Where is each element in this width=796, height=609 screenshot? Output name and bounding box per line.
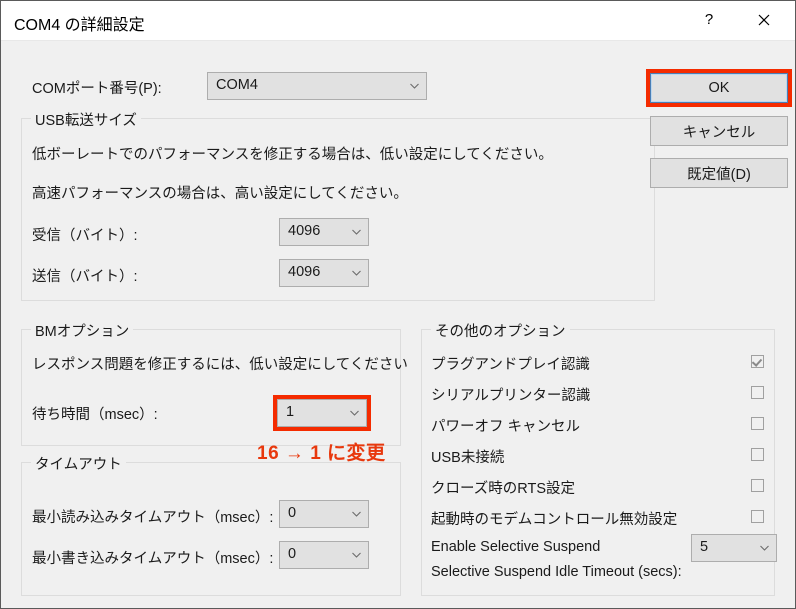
latency-timer-value: 1 — [286, 404, 295, 420]
defaults-button[interactable]: 既定値(D) — [650, 158, 788, 188]
usb-transfer-hint-2: 高速パフォーマンスの場合は、高い設定にしてください。 — [32, 186, 408, 202]
cancel-button[interactable]: キャンセル — [650, 116, 788, 146]
min-write-timeout-value: 0 — [288, 546, 297, 562]
min-write-timeout-label: 最小書き込みタイムアウト（msec）: — [32, 551, 274, 567]
option-checkbox-disable-modem-ctrl[interactable] — [751, 510, 764, 523]
chevron-down-icon — [352, 511, 361, 517]
option-label-serial-printer: シリアルプリンター認識 — [431, 388, 591, 404]
option-label-usb-disconnected: USB未接続 — [431, 450, 505, 466]
timeouts-title: タイムアウト — [31, 453, 126, 474]
usb-transfer-hint-1: 低ボーレートでのパフォーマンスを修正する場合は、低い設定にしてください。 — [32, 147, 553, 163]
transmit-bytes-select[interactable]: 4096 — [279, 259, 369, 287]
bm-options-hint: レスポンス問題を修正するには、低い設定にしてください — [32, 357, 408, 373]
chevron-down-icon — [352, 552, 361, 558]
transmit-bytes-value: 4096 — [288, 264, 321, 280]
help-button[interactable]: ? — [686, 1, 732, 39]
option-checkbox-usb-disconnected[interactable] — [751, 448, 764, 461]
idle-timeout-value: 5 — [700, 539, 709, 555]
question-mark-icon: ? — [704, 11, 714, 28]
option-checkbox-rts-on-close[interactable] — [751, 479, 764, 492]
latency-timer-label: 待ち時間（msec）: — [32, 407, 158, 423]
min-write-timeout-select[interactable]: 0 — [279, 541, 369, 569]
idle-timeout-select[interactable]: 5 — [691, 534, 777, 562]
com-port-label: COMポート番号(P): — [32, 81, 162, 97]
chevron-down-icon — [350, 410, 359, 416]
min-read-timeout-label: 最小読み込みタイムアウト（msec）: — [32, 510, 274, 526]
option-checkbox-plug-and-play[interactable] — [751, 355, 764, 368]
option-label-rts-on-close: クローズ時のRTS設定 — [431, 481, 576, 497]
option-label-power-off-cancel: パワーオフ キャンセル — [431, 419, 581, 435]
min-read-timeout-value: 0 — [288, 505, 297, 521]
chevron-down-icon — [352, 270, 361, 276]
ok-button[interactable]: OK — [650, 73, 788, 103]
com-port-select[interactable]: COM4 — [207, 72, 427, 100]
chevron-down-icon — [410, 83, 419, 89]
usb-transfer-size-title: USB転送サイズ — [31, 109, 141, 130]
transmit-bytes-label: 送信（バイト）: — [32, 269, 138, 285]
window-title: COM4 の詳細設定 — [14, 17, 145, 34]
option-label-plug-and-play: プラグアンドプレイ認識 — [431, 357, 590, 373]
bm-options-title: BMオプション — [31, 320, 134, 341]
close-button[interactable] — [741, 1, 787, 39]
option-checkbox-serial-printer[interactable] — [751, 386, 764, 399]
chevron-down-icon — [352, 229, 361, 235]
option-label-selective-suspend: Enable Selective Suspend — [431, 539, 601, 555]
min-read-timeout-select[interactable]: 0 — [279, 500, 369, 528]
bm-options-group: BMオプション — [21, 320, 401, 446]
receive-bytes-value: 4096 — [288, 223, 321, 239]
receive-bytes-label: 受信（バイト）: — [32, 228, 138, 244]
advanced-settings-dialog: COM4 の詳細設定 ? COMポート番号(P): COM4 USB転送サイズ … — [0, 0, 796, 609]
annotation-text: 16 → 1 に変更 — [257, 443, 386, 464]
latency-timer-select[interactable]: 1 — [277, 399, 367, 427]
misc-options-title: その他のオプション — [431, 320, 570, 341]
chevron-down-icon — [760, 545, 769, 551]
close-icon — [758, 14, 770, 26]
receive-bytes-select[interactable]: 4096 — [279, 218, 369, 246]
idle-timeout-label: Selective Suspend Idle Timeout (secs): — [431, 564, 682, 580]
timeouts-group: タイムアウト — [21, 453, 401, 596]
option-label-disable-modem-ctrl: 起動時のモデムコントロール無効設定 — [431, 512, 678, 528]
option-checkbox-power-off-cancel[interactable] — [751, 417, 764, 430]
title-bar: COM4 の詳細設定 ? — [1, 1, 795, 41]
com-port-value: COM4 — [216, 77, 258, 93]
